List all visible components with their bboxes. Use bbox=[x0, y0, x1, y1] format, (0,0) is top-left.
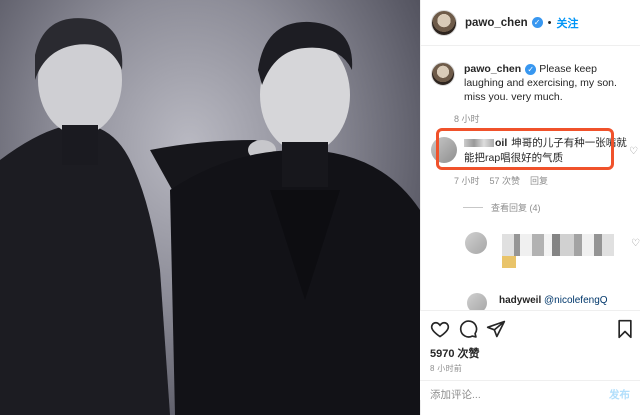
reply2-username[interactable]: hadyweil bbox=[499, 295, 541, 306]
comment-time: 7 小时 bbox=[454, 176, 480, 186]
photo-illustration bbox=[0, 18, 420, 415]
caption-time: 8 小时 bbox=[454, 114, 480, 124]
caption-username[interactable]: pawo_chen bbox=[464, 63, 521, 75]
action-icons bbox=[430, 319, 635, 341]
caption-text-block: pawo_chen ✓ Please keep laughing and exerc… bbox=[464, 62, 636, 104]
add-comment-bar: 添加评论... 发布 bbox=[420, 380, 640, 415]
comment-meta: 7 小时 57 次赞 回复 bbox=[454, 174, 548, 187]
post-comment-button[interactable]: 发布 bbox=[609, 387, 630, 402]
caption-verified-badge-icon: ✓ bbox=[525, 64, 537, 75]
emoji-icon bbox=[502, 256, 516, 268]
view-replies-label: 查看回复 (4) bbox=[491, 203, 541, 213]
comment-reply-button[interactable]: 回复 bbox=[530, 174, 548, 187]
view-replies-line bbox=[463, 207, 483, 208]
view-replies-button[interactable]: 查看回复 (4) bbox=[463, 201, 541, 214]
header-username[interactable]: pawo_chen bbox=[465, 17, 528, 29]
comment-likes[interactable]: 57 次赞 bbox=[490, 174, 521, 187]
post-time: 8 小时前 bbox=[430, 364, 463, 373]
caption: pawo_chen ✓ Please keep laughing and exerc… bbox=[431, 62, 636, 104]
pixelated-reply-text bbox=[502, 234, 614, 256]
comment-bubble-icon[interactable] bbox=[458, 319, 478, 339]
post-header: pawo_chen ✓ • 关注 bbox=[421, 0, 640, 46]
header-separator: • bbox=[547, 16, 552, 29]
reply-like-heart-icon[interactable]: ♡ bbox=[631, 238, 640, 249]
caption-avatar[interactable] bbox=[431, 62, 455, 86]
follow-button[interactable]: 关注 bbox=[557, 15, 579, 31]
likes-count[interactable]: 5970 次赞 bbox=[430, 345, 480, 361]
post-photo[interactable] bbox=[0, 0, 420, 415]
reply-avatar[interactable] bbox=[465, 232, 487, 254]
highlight-box bbox=[436, 128, 614, 170]
comment-like-heart-icon[interactable]: ♡ bbox=[629, 146, 638, 157]
share-send-icon[interactable] bbox=[486, 319, 506, 339]
post-actions: 5970 次赞 8 小时前 添加评论... 发布 bbox=[420, 310, 640, 401]
reply2-text: hadyweil @nicolefengQ bbox=[499, 295, 634, 306]
save-bookmark-icon[interactable] bbox=[616, 319, 634, 339]
comment-input[interactable]: 添加评论... bbox=[430, 387, 481, 402]
reply2-mention[interactable]: @nicolefengQ bbox=[544, 295, 608, 306]
verified-badge-icon: ✓ bbox=[531, 17, 543, 28]
like-heart-icon[interactable] bbox=[430, 319, 450, 339]
header-avatar[interactable] bbox=[431, 9, 457, 36]
